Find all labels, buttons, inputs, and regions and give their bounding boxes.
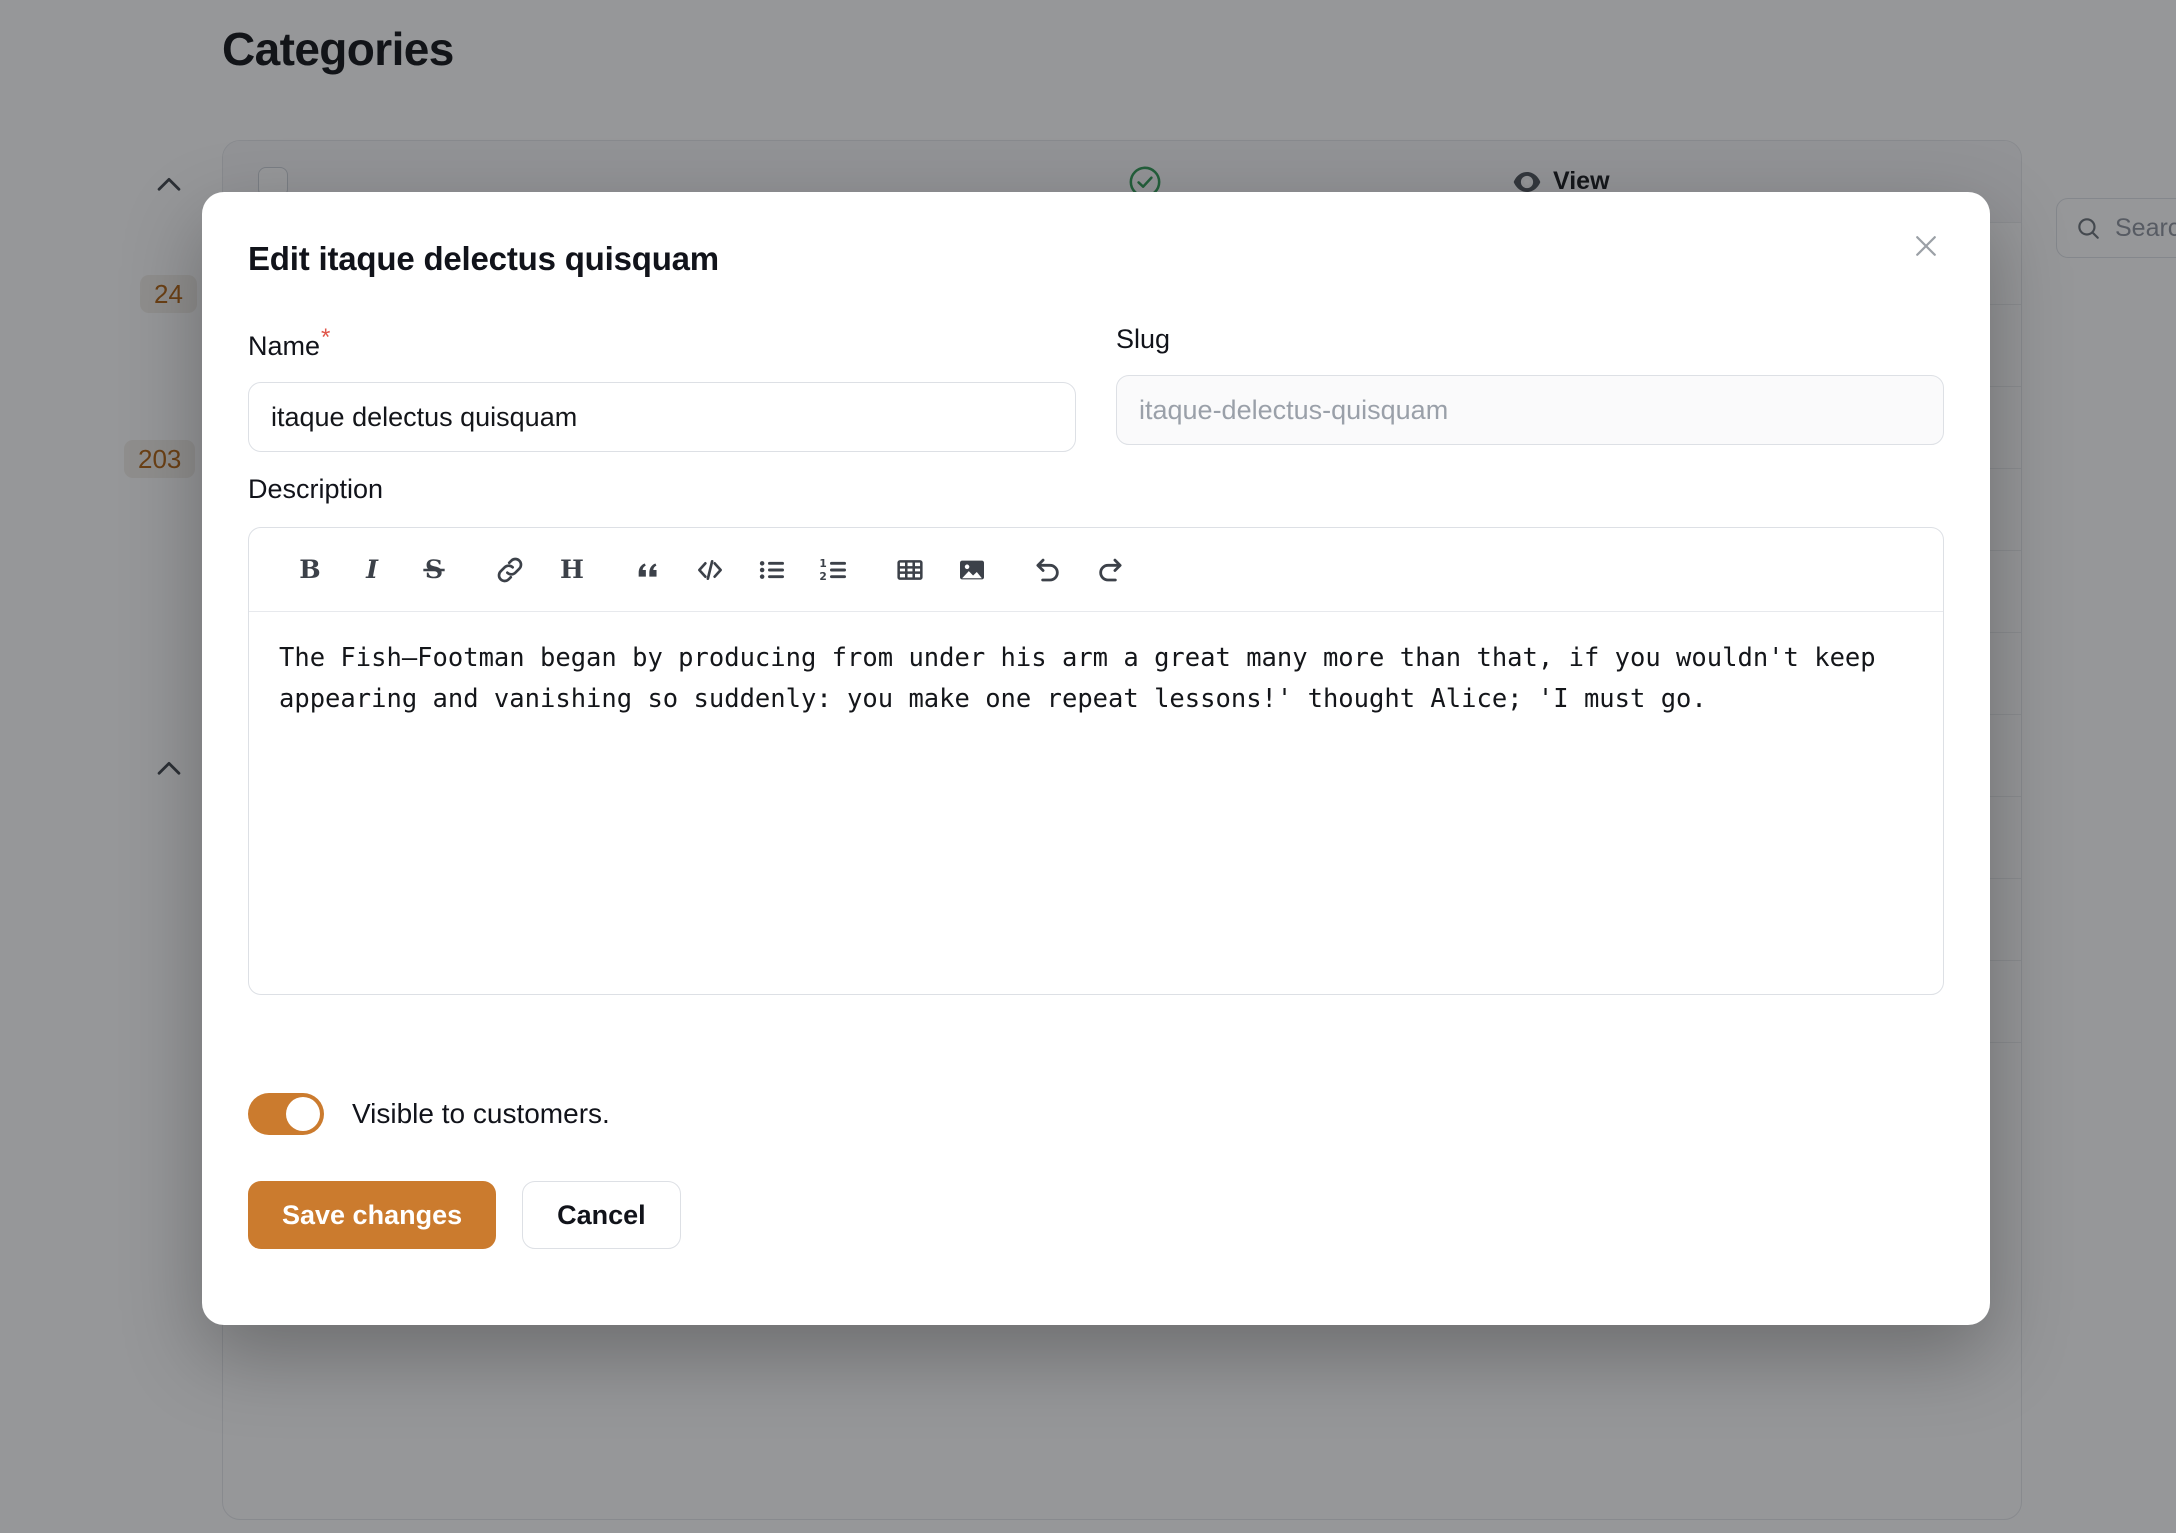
modal-fields-row: Name* itaque delectus quisquam Slug itaq… [248,324,1944,452]
rich-text-editor: B IS H 12 The Fish—Footman began by produci… [248,527,1944,995]
name-input[interactable]: itaque delectus quisquam [248,382,1076,452]
toggle-knob [286,1097,320,1131]
close-button[interactable] [1898,220,1954,276]
edit-category-modal: Edit itaque delectus quisquam Name* itaq… [202,192,1990,1325]
svg-text:I: I [365,554,379,584]
blockquote-icon[interactable] [617,539,679,601]
ordered-list-icon[interactable]: 12 [803,539,865,601]
redo-icon[interactable] [1079,539,1141,601]
description-field-label: Description [248,474,1944,505]
visible-to-customers-label: Visible to customers. [352,1098,610,1130]
svg-text:H: H [560,554,584,584]
table-icon[interactable] [879,539,941,601]
save-changes-button[interactable]: Save changes [248,1181,496,1249]
editor-toolbar: B IS H 12 [249,528,1943,612]
svg-text:2: 2 [819,569,826,582]
modal-title: Edit itaque delectus quisquam [248,240,719,278]
svg-text:B: B [299,554,320,584]
name-label-text: Name [248,331,320,361]
bullet-list-icon[interactable] [741,539,803,601]
code-icon[interactable] [679,539,741,601]
visible-to-customers-toggle[interactable] [248,1093,324,1135]
bold-icon[interactable]: B [279,539,341,601]
name-field-group: Name* itaque delectus quisquam [248,324,1076,452]
slug-field-group: Slug itaque-delectus-quisquam [1116,324,1944,452]
heading-icon[interactable]: H [541,539,603,601]
required-asterisk: * [321,324,330,351]
modal-actions: Save changes Cancel [248,1181,681,1249]
slug-input[interactable]: itaque-delectus-quisquam [1116,375,1944,445]
image-icon[interactable] [941,539,1003,601]
description-textarea[interactable]: The Fish—Footman began by producing from… [249,612,1943,994]
name-field-label: Name* [248,324,1076,362]
cancel-button[interactable]: Cancel [522,1181,681,1249]
visibility-row: Visible to customers. [248,1093,610,1135]
link-icon[interactable] [479,539,541,601]
italic-icon[interactable]: I [341,539,403,601]
undo-icon[interactable] [1017,539,1079,601]
svg-text:1: 1 [819,556,826,569]
slug-field-label: Slug [1116,324,1944,355]
close-icon [1911,231,1941,266]
description-field-group: Description B IS H 12 The Fish—Footman bega… [248,474,1944,995]
strikethrough-icon[interactable]: S [403,539,465,601]
